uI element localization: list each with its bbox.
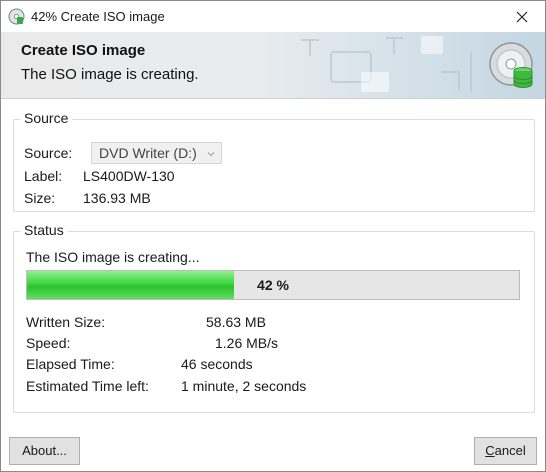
label-value: LS400DW-130 [83, 168, 175, 184]
size-label: Size: [24, 190, 56, 206]
elapsed-time-value: 46 seconds [181, 356, 253, 372]
source-group: Source Source: DVD Writer (D:) Label: LS… [13, 110, 535, 212]
time-left-label: Estimated Time left: [26, 378, 149, 394]
title-bar: 42% Create ISO image [1, 1, 545, 32]
create-iso-dialog: 42% Create ISO image Create ISO image Th… [0, 0, 546, 472]
window-title: 42% Create ISO image [31, 9, 165, 24]
disc-database-icon [489, 42, 533, 88]
time-left-value: 1 minute, 2 seconds [181, 378, 307, 394]
progress-percent: 42 % [257, 277, 289, 293]
size-value: 136.93 MB [83, 190, 151, 206]
written-size-label: Written Size: [26, 314, 106, 330]
source-group-title: Source [20, 110, 73, 126]
about-button[interactable]: About... [9, 437, 80, 465]
status-message: The ISO image is creating... [26, 249, 200, 265]
source-label: Source: [24, 145, 73, 161]
progress-bar: 42 % [26, 270, 520, 300]
close-icon [516, 11, 528, 22]
cancel-button[interactable]: Cancel [474, 437, 537, 465]
chevron-down-icon [207, 152, 215, 157]
header-banner: Create ISO image The ISO image is creati… [1, 32, 545, 99]
status-group: Status The ISO image is creating... 42 %… [13, 222, 535, 413]
label-label: Label: [24, 168, 63, 184]
cancel-button-label: Cancel [485, 443, 526, 458]
written-size-value: 58.63 MB [206, 314, 266, 330]
speed-label: Speed: [26, 335, 71, 351]
banner-subtitle: The ISO image is creating. [21, 66, 199, 83]
close-button[interactable] [499, 1, 545, 32]
speed-value: 1.26 MB/s [215, 335, 279, 351]
app-disc-icon [8, 8, 25, 25]
source-drive-select[interactable]: DVD Writer (D:) [91, 142, 222, 164]
status-group-title: Status [20, 222, 68, 238]
source-drive-value: DVD Writer (D:) [99, 145, 197, 161]
elapsed-time-label: Elapsed Time: [26, 356, 115, 372]
banner-heading: Create ISO image [21, 42, 146, 59]
